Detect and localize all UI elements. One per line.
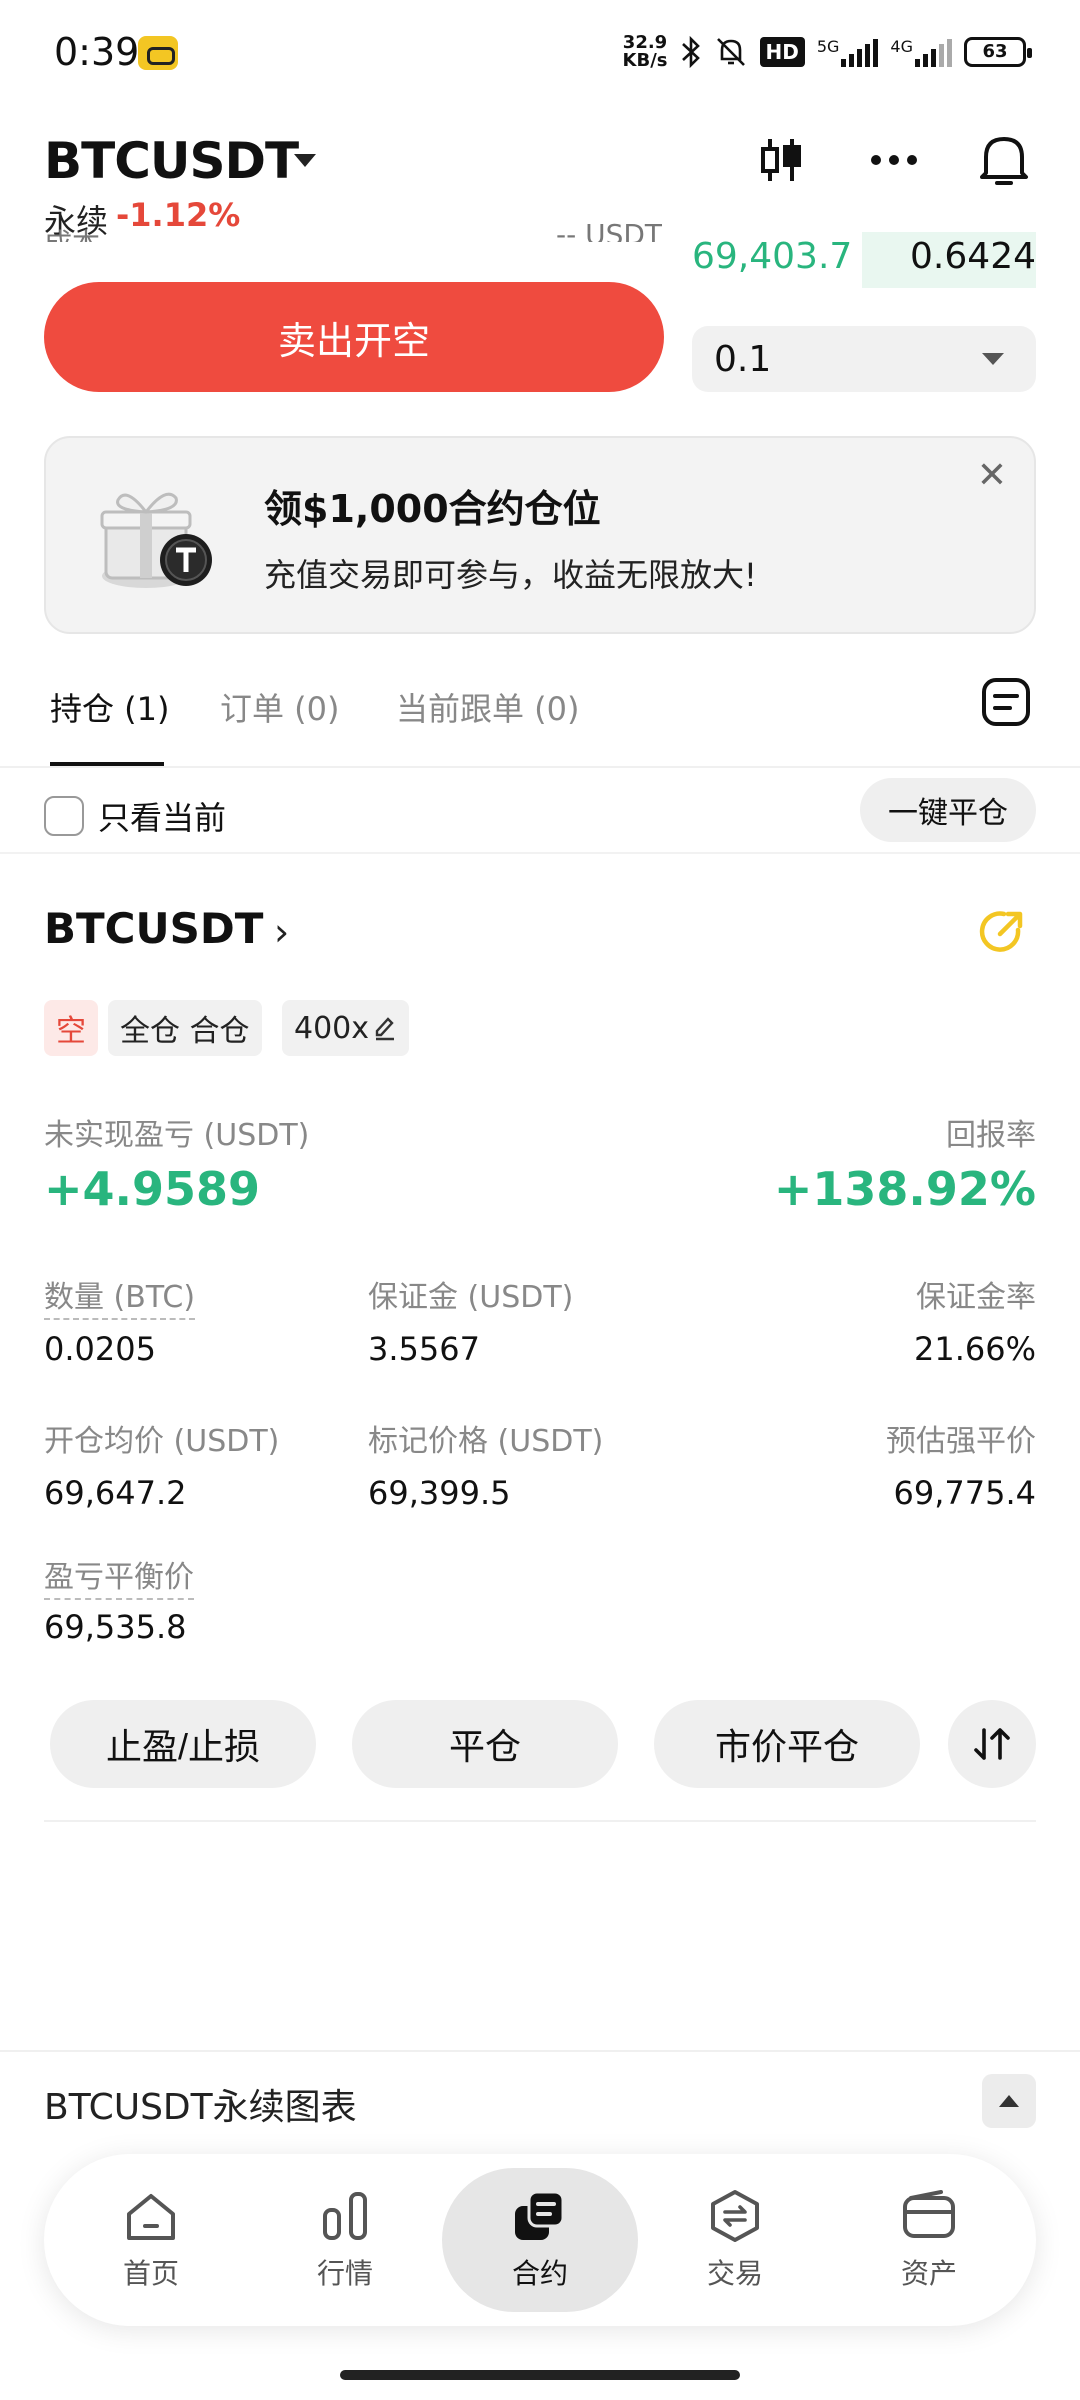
wallet-icon	[903, 2190, 955, 2238]
nav-market[interactable]: 行情	[270, 2178, 420, 2302]
only-current-filter[interactable]: 只看当前	[44, 790, 226, 842]
network-speed: 32.9 KB/s	[622, 32, 668, 71]
quantity-label[interactable]: 数量 (BTC)	[44, 1272, 196, 1320]
orderbook-bid-qty[interactable]: 0.6424	[910, 236, 1036, 277]
home-indicator[interactable]	[340, 2370, 740, 2380]
card-divider	[44, 1820, 1036, 1822]
market-icon	[323, 2192, 367, 2240]
side-tag: 空	[44, 1000, 98, 1056]
status-icons: 32.9 KB/s HD 5G 4G 63	[622, 30, 1032, 74]
candlestick-icon[interactable]	[750, 128, 814, 192]
reverse-position-button[interactable]	[948, 1700, 1036, 1788]
tabs-divider	[0, 766, 1080, 768]
tp-sl-button[interactable]: 止盈/止损	[50, 1700, 316, 1788]
swap-icon	[974, 1728, 1010, 1760]
bluetooth-icon	[681, 35, 700, 69]
unrealized-pnl-value: +4.9589	[44, 1162, 261, 1216]
quantity-value: 0.0205	[44, 1330, 156, 1368]
bell-icon[interactable]	[972, 128, 1036, 192]
close-position-button[interactable]: 平仓	[352, 1700, 618, 1788]
cost-label-cut: 成本	[44, 222, 100, 242]
liq-price-value: 69,775.4	[893, 1474, 1037, 1512]
nav-assets[interactable]: 资产	[854, 2178, 1004, 2302]
leverage-tag[interactable]: 400x	[282, 1000, 410, 1056]
edit-icon	[375, 1017, 395, 1041]
mark-price-label: 标记价格 (USDT)	[368, 1424, 604, 1459]
sell-short-button[interactable]: 卖出开空	[44, 282, 664, 392]
signal-5g-icon: 5G	[817, 37, 879, 67]
signal-4g-icon: 4G	[890, 37, 952, 67]
chart-section-title[interactable]: BTCUSDT永续图表	[44, 2078, 357, 2130]
price-change: -1.12%	[116, 196, 241, 234]
leverage-value: 400x	[294, 1010, 370, 1046]
more-icon[interactable]	[862, 128, 926, 192]
unrealized-pnl-label: 未实现盈亏 (USDT)	[44, 1118, 310, 1153]
promo-subtitle: 充值交易即可参与，收益无限放大!	[264, 556, 757, 594]
tab-copy-trading[interactable]: 当前跟单 (0)	[396, 684, 580, 730]
breakeven-price-label[interactable]: 盈亏平衡价	[44, 1552, 194, 1600]
hd-badge: HD	[759, 37, 805, 67]
entry-price-label: 开仓均价 (USDT)	[44, 1424, 280, 1459]
qty-select[interactable]: 0.1	[692, 326, 1036, 392]
pair-selector[interactable]: BTCUSDT	[44, 132, 299, 190]
orderbook-bid-price[interactable]: 69,403.7	[692, 236, 852, 277]
qty-value: 0.1	[714, 338, 772, 380]
share-icon[interactable]	[974, 904, 1030, 960]
chevron-up-icon	[999, 2095, 1019, 2107]
nav-trade[interactable]: 交易	[660, 2178, 810, 2302]
gift-box-icon	[100, 492, 212, 588]
position-pair[interactable]: BTCUSDT	[44, 904, 263, 953]
order-history-icon[interactable]	[980, 676, 1032, 728]
close-icon[interactable]: ✕	[972, 456, 1012, 496]
futures-icon	[515, 2190, 565, 2240]
bell-muted-icon	[716, 38, 745, 66]
mark-price-value: 69,399.5	[368, 1474, 511, 1512]
promo-title: 领$1,000合约仓位	[264, 487, 601, 531]
close-all-button[interactable]: 一键平仓	[860, 778, 1036, 842]
margin-ratio-label: 保证金率	[916, 1280, 1036, 1315]
margin-value: 3.5567	[368, 1330, 480, 1368]
section-divider	[0, 852, 1080, 854]
status-time: 0:39	[54, 30, 140, 74]
chevron-right-icon[interactable]: ›	[274, 910, 289, 954]
margin-mode-tag: 全仓 合仓	[108, 1000, 262, 1056]
bottom-nav: 首页 行情 合约 交易 资产	[44, 2154, 1036, 2326]
roe-value: +138.92%	[773, 1162, 1036, 1216]
carrier-badge-icon	[138, 36, 178, 70]
chart-divider	[0, 2050, 1080, 2052]
liq-price-label: 预估强平价	[886, 1424, 1036, 1459]
roe-label: 回报率	[946, 1118, 1036, 1153]
tab-positions[interactable]: 持仓 (1)	[50, 684, 170, 730]
cost-value-cut: -- USDT	[556, 218, 663, 242]
promo-banner[interactable]: 领$1,000合约仓位 充值交易即可参与，收益无限放大! ✕	[44, 436, 1036, 634]
market-close-button[interactable]: 市价平仓	[654, 1700, 920, 1788]
only-current-label: 只看当前	[98, 799, 227, 837]
expand-chart-button[interactable]	[982, 2074, 1036, 2128]
nav-futures[interactable]: 合约	[465, 2178, 615, 2302]
home-icon	[127, 2194, 175, 2240]
only-current-checkbox[interactable]	[44, 796, 84, 836]
trade-icon	[711, 2190, 759, 2242]
tab-orders[interactable]: 订单 (0)	[220, 684, 340, 730]
margin-label: 保证金 (USDT)	[368, 1280, 574, 1315]
entry-price-value: 69,647.2	[44, 1474, 187, 1512]
battery-icon: 63	[964, 37, 1032, 67]
chevron-down-icon	[982, 353, 1004, 365]
nav-home[interactable]: 首页	[76, 2178, 226, 2302]
breakeven-price-value: 69,535.8	[44, 1608, 187, 1646]
margin-ratio-value: 21.66%	[913, 1330, 1036, 1368]
pair-dropdown-icon[interactable]	[294, 154, 316, 167]
